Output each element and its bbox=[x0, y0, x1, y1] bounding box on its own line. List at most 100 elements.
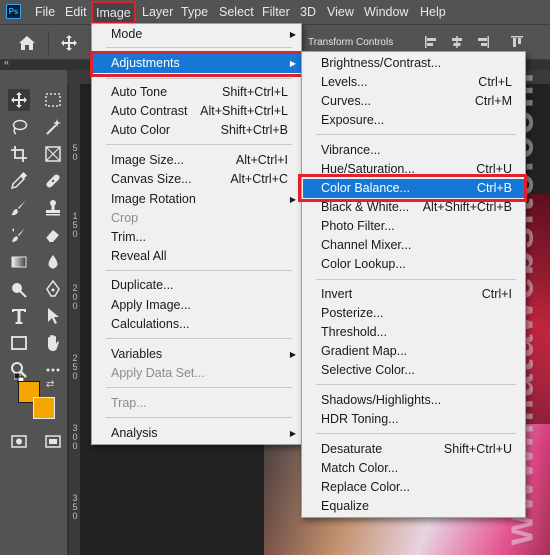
move-icon[interactable] bbox=[60, 34, 78, 52]
lasso-icon[interactable] bbox=[8, 116, 30, 138]
menu-item-photo-filter[interactable]: Photo Filter... bbox=[303, 217, 526, 236]
ruler-digit: 0 bbox=[72, 371, 78, 381]
menu-item-canvas-size[interactable]: Canvas Size... Alt+Ctrl+C bbox=[93, 170, 302, 189]
menu-item-image-size[interactable]: Image Size... Alt+Ctrl+I bbox=[93, 151, 302, 170]
vertical-ruler: 5 0 1 5 0 2 0 0 2 5 0 3 0 0 3 5 0 bbox=[68, 84, 80, 555]
healing-icon[interactable] bbox=[42, 170, 64, 192]
menu-item-duplicate[interactable]: Duplicate... bbox=[93, 276, 302, 295]
menu-item-mode[interactable]: Mode ▶ bbox=[93, 25, 302, 44]
menu-item-exposure[interactable]: Exposure... bbox=[303, 111, 526, 130]
ruler-digit: 0 bbox=[72, 441, 78, 451]
collapse-panel-icon[interactable]: « bbox=[4, 57, 9, 67]
eraser-icon[interactable] bbox=[42, 224, 64, 246]
menu-item-selective-color[interactable]: Selective Color... bbox=[303, 361, 526, 380]
menu-help[interactable]: Help bbox=[420, 0, 446, 24]
menu-separator bbox=[106, 47, 292, 48]
menu-item-desaturate[interactable]: Desaturate Shift+Ctrl+U bbox=[303, 440, 526, 459]
menu-item-match-color[interactable]: Match Color... bbox=[303, 459, 526, 478]
background-color-swatch[interactable] bbox=[33, 397, 55, 419]
menu-image[interactable]: Image bbox=[91, 1, 136, 24]
blur-icon[interactable] bbox=[42, 251, 64, 273]
dodge-icon[interactable] bbox=[8, 278, 30, 300]
screen-mode-icon[interactable] bbox=[42, 430, 64, 452]
submenu-arrow-icon: ▶ bbox=[289, 350, 296, 359]
menu-item-threshold[interactable]: Threshold... bbox=[303, 323, 526, 342]
menu-file[interactable]: File bbox=[35, 0, 55, 24]
photoshop-logo-icon[interactable]: Ps bbox=[6, 4, 21, 19]
menu-window[interactable]: Window bbox=[364, 0, 408, 24]
menu-item-auto-color[interactable]: Auto Color Shift+Ctrl+B bbox=[93, 121, 302, 140]
eyedropper-icon[interactable] bbox=[8, 170, 30, 192]
quick-mask-icon[interactable] bbox=[8, 430, 30, 452]
menu-edit[interactable]: Edit bbox=[65, 0, 87, 24]
menu-separator bbox=[316, 279, 516, 280]
menu-item-posterize[interactable]: Posterize... bbox=[303, 304, 526, 323]
menu-bar: Ps File Edit Image Layer Type Select Fil… bbox=[0, 0, 550, 24]
menu-item-analysis[interactable]: Analysis ▶ bbox=[93, 424, 302, 443]
menu-item-trim[interactable]: Trim... bbox=[93, 228, 302, 247]
magic-wand-icon[interactable] bbox=[42, 116, 64, 138]
ruler-digit: 0 bbox=[72, 301, 78, 311]
rectangle-icon[interactable] bbox=[8, 332, 30, 354]
menu-item-replace-color[interactable]: Replace Color... bbox=[303, 478, 526, 497]
marquee-icon[interactable] bbox=[42, 89, 64, 111]
menu-item-levels[interactable]: Levels... Ctrl+L bbox=[303, 73, 526, 92]
menu-type[interactable]: Type bbox=[181, 0, 208, 24]
align-left-icon[interactable] bbox=[424, 35, 438, 49]
transform-controls-label[interactable]: Transform Controls bbox=[308, 37, 393, 48]
menu-item-shadows-highlights[interactable]: Shadows/Highlights... bbox=[303, 391, 526, 410]
menu-item-curves[interactable]: Curves... Ctrl+M bbox=[303, 92, 526, 111]
menu-item-color-lookup[interactable]: Color Lookup... bbox=[303, 255, 526, 274]
align-center-icon[interactable] bbox=[450, 35, 464, 49]
hand-icon[interactable] bbox=[42, 332, 64, 354]
gradient-icon[interactable] bbox=[8, 251, 30, 273]
menu-layer[interactable]: Layer bbox=[142, 0, 173, 24]
swap-colors-icon[interactable]: ⇄ bbox=[46, 379, 54, 390]
move-icon[interactable] bbox=[8, 89, 30, 111]
menu-item-calculations[interactable]: Calculations... bbox=[93, 315, 302, 334]
pen-icon[interactable] bbox=[42, 278, 64, 300]
menu-3d[interactable]: 3D bbox=[300, 0, 316, 24]
menu-item-auto-tone[interactable]: Auto Tone Shift+Ctrl+L bbox=[93, 83, 302, 102]
submenu-arrow-icon: ▶ bbox=[289, 195, 296, 204]
menu-item-equalize[interactable]: Equalize bbox=[303, 497, 526, 516]
menu-filter[interactable]: Filter bbox=[262, 0, 290, 24]
menu-item-color-balance[interactable]: Color Balance... Ctrl+B bbox=[303, 179, 526, 198]
menu-item-brightness-contrast[interactable]: Brightness/Contrast... bbox=[303, 54, 526, 73]
menu-item-apply-image[interactable]: Apply Image... bbox=[93, 296, 302, 315]
submenu-arrow-icon: ▶ bbox=[289, 429, 296, 438]
menu-item-vibrance[interactable]: Vibrance... bbox=[303, 141, 526, 160]
adjustments-submenu: Brightness/Contrast... Levels... Ctrl+L C… bbox=[301, 51, 526, 518]
menu-select[interactable]: Select bbox=[219, 0, 254, 24]
menu-item-variables[interactable]: Variables ▶ bbox=[93, 345, 302, 364]
type-icon[interactable] bbox=[8, 305, 30, 327]
align-right-icon[interactable] bbox=[476, 35, 490, 49]
menu-item-invert[interactable]: Invert Ctrl+I bbox=[303, 285, 526, 304]
menu-item-hdr-toning[interactable]: HDR Toning... bbox=[303, 410, 526, 429]
menu-item-reveal-all[interactable]: Reveal All bbox=[93, 247, 302, 266]
menu-item-black-white[interactable]: Black & White... Alt+Shift+Ctrl+B bbox=[303, 198, 526, 217]
menu-separator bbox=[106, 144, 292, 145]
menu-item-auto-contrast[interactable]: Auto Contrast Alt+Shift+Ctrl+L bbox=[93, 102, 302, 121]
ruler-digit: 0 bbox=[72, 152, 78, 162]
menu-view[interactable]: View bbox=[327, 0, 354, 24]
menu-item-trap: Trap... bbox=[111, 396, 147, 410]
path-select-icon[interactable] bbox=[42, 305, 64, 327]
menu-separator bbox=[106, 270, 292, 271]
home-icon[interactable] bbox=[18, 35, 36, 51]
menu-item-channel-mixer[interactable]: Channel Mixer... bbox=[303, 236, 526, 255]
menu-item-hue-saturation[interactable]: Hue/Saturation... Ctrl+U bbox=[303, 160, 526, 179]
stamp-icon[interactable] bbox=[42, 197, 64, 219]
menu-separator bbox=[316, 384, 516, 385]
menu-item-image-rotation[interactable]: Image Rotation ▶ bbox=[93, 190, 302, 209]
menu-item-gradient-map[interactable]: Gradient Map... bbox=[303, 342, 526, 361]
menu-item-adjustments[interactable]: Adjustments ▶ bbox=[93, 54, 302, 73]
brush-icon[interactable] bbox=[8, 197, 30, 219]
align-top-icon[interactable] bbox=[510, 35, 524, 49]
submenu-arrow-icon: ▶ bbox=[289, 59, 296, 68]
history-brush-icon[interactable] bbox=[8, 224, 30, 246]
frame-icon[interactable] bbox=[42, 143, 64, 165]
more-icon[interactable] bbox=[42, 359, 64, 381]
menu-separator bbox=[316, 433, 516, 434]
crop-icon[interactable] bbox=[8, 143, 30, 165]
